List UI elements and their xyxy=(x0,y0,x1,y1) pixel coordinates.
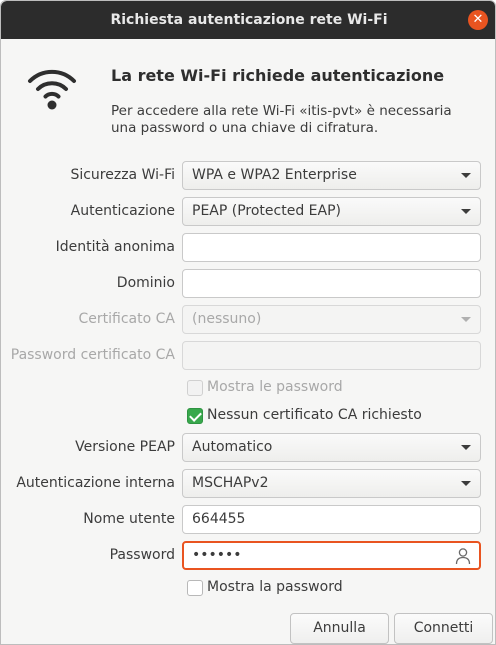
anonymous-identity-label: Identità anonima xyxy=(55,239,175,255)
username-label: Nome utente xyxy=(83,511,175,527)
cancel-button[interactable]: Annulla xyxy=(290,613,389,644)
ca-certificate-value: (nessuno) xyxy=(192,311,262,327)
password-label: Password xyxy=(109,547,175,563)
no-ca-required-checkbox[interactable] xyxy=(187,408,203,424)
chevron-down-icon xyxy=(461,445,471,450)
close-icon: ✕ xyxy=(472,12,484,27)
dialog-heading: La rete Wi-Fi richiede autenticazione xyxy=(111,66,445,85)
inner-auth-combo[interactable]: MSCHAPv2 xyxy=(182,469,481,498)
password-input[interactable]: •••••• xyxy=(182,541,481,570)
connect-button[interactable]: Connetti xyxy=(394,613,493,644)
security-label: Sicurezza Wi-Fi xyxy=(70,167,175,183)
chevron-down-icon xyxy=(461,173,471,178)
chevron-down-icon xyxy=(461,317,471,322)
titlebar: Richiesta autenticazione rete Wi-Fi ✕ xyxy=(1,1,495,39)
auth-dialog: Richiesta autenticazione rete Wi-Fi ✕ La… xyxy=(0,0,496,645)
authentication-combo[interactable]: PEAP (Protected EAP) xyxy=(182,197,481,226)
peap-version-label: Versione PEAP xyxy=(75,439,175,455)
chevron-down-icon xyxy=(461,481,471,486)
ca-cert-password-input[interactable] xyxy=(182,341,481,370)
domain-label: Dominio xyxy=(116,275,175,291)
show-password-label: Mostra la password xyxy=(207,579,343,595)
ca-certificate-combo[interactable]: (nessuno) xyxy=(182,305,481,334)
password-value: •••••• xyxy=(192,547,242,563)
wifi-icon xyxy=(28,69,76,110)
window-title: Richiesta autenticazione rete Wi-Fi xyxy=(110,12,388,28)
authentication-value: PEAP (Protected EAP) xyxy=(192,203,341,219)
security-combo[interactable]: WPA e WPA2 Enterprise xyxy=(182,161,481,190)
no-ca-required-label: Nessun certificato CA richiesto xyxy=(207,407,422,423)
security-value: WPA e WPA2 Enterprise xyxy=(192,167,357,183)
peap-version-value: Automatico xyxy=(192,439,273,455)
username-input[interactable]: 664455 xyxy=(182,505,481,534)
inner-auth-label: Autenticazione interna xyxy=(16,475,175,491)
show-passwords-checkbox[interactable] xyxy=(187,380,203,396)
peap-version-combo[interactable]: Automatico xyxy=(182,433,481,462)
domain-input[interactable] xyxy=(182,269,481,298)
ca-certificate-label: Certificato CA xyxy=(78,311,175,327)
user-icon[interactable] xyxy=(455,547,471,565)
show-passwords-label: Mostra le password xyxy=(207,379,343,395)
close-button[interactable]: ✕ xyxy=(468,10,488,30)
show-password-checkbox[interactable] xyxy=(187,580,203,596)
ca-cert-password-label: Password certificato CA xyxy=(10,347,175,363)
inner-auth-value: MSCHAPv2 xyxy=(192,475,269,491)
authentication-label: Autenticazione xyxy=(70,203,175,219)
chevron-down-icon xyxy=(461,209,471,214)
anonymous-identity-input[interactable] xyxy=(182,233,481,262)
dialog-description: Per accedere alla rete Wi-Fi «itis-pvt» … xyxy=(111,103,452,136)
